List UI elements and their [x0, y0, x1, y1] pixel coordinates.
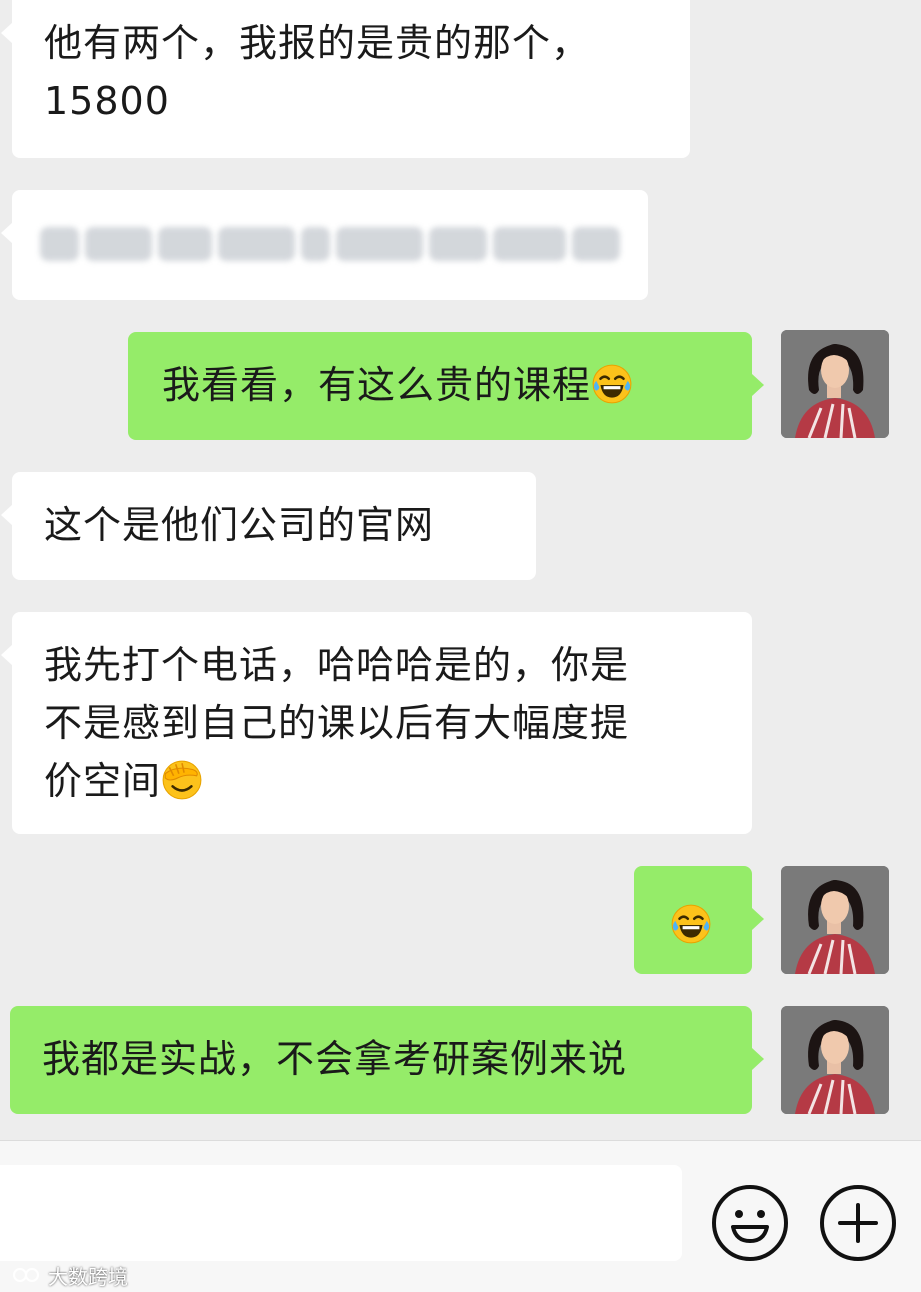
watermark-text: 大数跨境 [48, 1264, 128, 1289]
message-text-line: 他有两个，我报的是贵的那个， [44, 21, 591, 65]
facepalm-emoji-icon [162, 760, 202, 800]
message-bubble-outgoing[interactable]: 我都是实战，不会拿考研案例来说 [10, 1006, 764, 1114]
avatar-photo [781, 330, 889, 438]
message-text: 我看看，有这么贵的课程 [162, 363, 592, 407]
avatar-photo [781, 866, 889, 974]
message-bubble-outgoing[interactable]: 我看看，有这么贵的课程 [128, 332, 764, 440]
chat-area[interactable]: 他有两个，我报的是贵的那个， 15800 我看看，有这么贵的课程 这个是他们公司… [0, 0, 921, 1140]
plus-icon [838, 1203, 878, 1243]
watermark: 大数跨境 [12, 1262, 128, 1289]
avatar-self[interactable] [781, 330, 889, 438]
message-text: 我都是实战，不会拿考研案例来说 [42, 1037, 628, 1081]
tears-of-joy-emoji-icon [671, 904, 711, 944]
avatar-self[interactable] [781, 866, 889, 974]
message-bubble-incoming[interactable]: 他有两个，我报的是贵的那个， 15800 [1, 0, 690, 158]
message-text-fragment: 价空间 [44, 759, 162, 803]
message-bubble-incoming[interactable]: 这个是他们公司的官网 [1, 472, 536, 580]
message-input[interactable] [0, 1165, 682, 1261]
message-text: 这个是他们公司的官网 [44, 503, 435, 547]
message-text-line: 15800 [44, 79, 170, 123]
input-bar [0, 1140, 921, 1292]
tears-of-joy-emoji-icon [592, 364, 632, 404]
avatar-self[interactable] [781, 1006, 889, 1114]
message-bubble-blurred[interactable] [1, 190, 648, 300]
watermark-logo-icon [13, 1268, 39, 1282]
emoji-button[interactable] [712, 1185, 788, 1261]
avatar-photo [781, 1006, 889, 1114]
more-options-button[interactable] [820, 1185, 896, 1261]
blurred-content [40, 220, 620, 268]
message-text-line: 我先打个电话，哈哈哈是的，你是 [44, 643, 630, 687]
message-text-line: 价空间 [44, 752, 752, 810]
smiley-icon [731, 1210, 769, 1243]
message-bubble-outgoing[interactable] [634, 866, 764, 974]
message-bubble-incoming[interactable]: 我先打个电话，哈哈哈是的，你是 不是感到自己的课以后有大幅度提 价空间 [1, 612, 752, 834]
message-text-line: 不是感到自己的课以后有大幅度提 [44, 701, 630, 745]
